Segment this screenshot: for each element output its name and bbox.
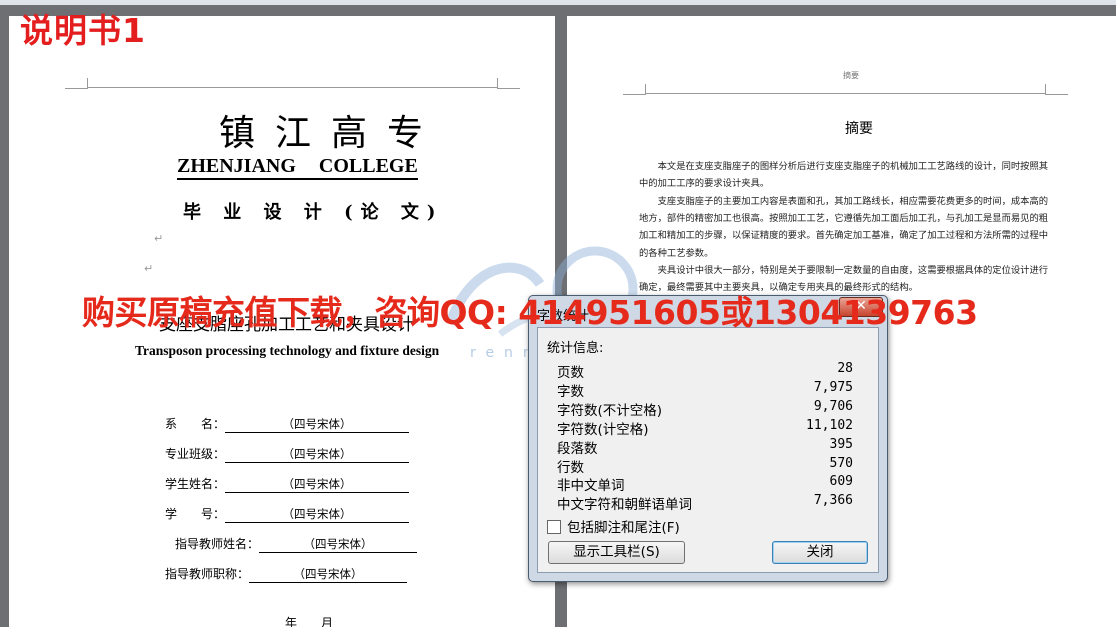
field-label: 指导教师姓名： — [175, 537, 260, 551]
stat-key: 字符数(计空格) — [557, 422, 649, 438]
show-toolbar-button[interactable]: 显示工具栏(S) — [548, 541, 685, 564]
field-class: 专业班级： （四号宋体） — [165, 445, 410, 463]
abstract-paragraph: 本文是在支座支脂座子的图样分析后进行支座支脂座子的机械加工工艺路线的设计，同时按… — [639, 161, 1049, 190]
stat-value: 395 — [829, 437, 853, 452]
field-value: （四号宋体） — [249, 566, 408, 583]
margin-corner-mark — [1045, 84, 1068, 95]
field-student-id: 学 号： （四号宋体） — [165, 505, 410, 523]
stat-row: 字符数(计空格) 11,102 — [557, 418, 853, 438]
stat-value: 7,975 — [813, 380, 853, 395]
school-name-en: ZHENJIANG COLLEGE — [177, 155, 418, 180]
checkbox-box[interactable] — [547, 520, 561, 534]
field-student-name: 学生姓名： （四号宋体） — [165, 475, 410, 493]
document-label: 说明书1 — [20, 11, 146, 50]
margin-corner-mark — [497, 78, 520, 89]
stat-key: 字符数(不计空格) — [557, 403, 663, 419]
margin-corner-mark — [623, 84, 646, 95]
abstract-title: 摘要 — [845, 121, 873, 137]
stat-value: 609 — [829, 474, 853, 489]
stat-value: 9,706 — [813, 399, 853, 414]
stat-row: 中文字符和朝鲜语单词 7,366 — [557, 493, 853, 513]
stat-row: 段落数 395 — [557, 437, 853, 457]
field-label: 指导教师职称： — [165, 567, 250, 581]
margin-corner-mark — [65, 78, 88, 89]
stat-key: 非中文单词 — [557, 478, 625, 494]
field-value: （四号宋体） — [259, 536, 418, 553]
stat-key: 页数 — [557, 365, 584, 381]
field-label: 专业班级： — [165, 447, 226, 461]
stat-value: 7,366 — [813, 493, 853, 508]
field-value: （四号宋体） — [225, 506, 410, 523]
stat-row: 行数 570 — [557, 456, 853, 476]
field-label: 学生姓名： — [165, 477, 226, 491]
field-department: 系 名： （四号宋体） — [165, 415, 410, 433]
paragraph-mark: ↵ — [144, 262, 154, 275]
field-label: 学 号： — [165, 507, 226, 521]
stat-key: 中文字符和朝鲜语单词 — [557, 497, 692, 513]
field-advisor-name: 指导教师姓名： （四号宋体） — [175, 535, 418, 553]
ruler — [0, 0, 1116, 5]
field-advisor-title: 指导教师职称： （四号宋体） — [165, 565, 408, 583]
header-line — [645, 93, 1045, 94]
field-value: （四号宋体） — [225, 446, 410, 463]
header-line — [87, 87, 497, 88]
stat-row: 字符数(不计空格) 9,706 — [557, 399, 853, 419]
stat-key: 行数 — [557, 460, 584, 476]
field-value: （四号宋体） — [225, 416, 410, 433]
stat-row: 字数 7,975 — [557, 380, 853, 400]
purchase-ad-overlay: 购买原稿充值下载，咨询QQ: 414951605或1304139763 — [82, 293, 978, 332]
stat-key: 字数 — [557, 384, 584, 400]
checkbox-label: 包括脚注和尾注(F) — [567, 520, 680, 536]
field-value: （四号宋体） — [225, 476, 410, 493]
abstract-paragraph: 支座支脂座子的主要加工内容是表面和孔，其加工路线长，相应需要花费更多的时间，成本… — [639, 196, 1049, 259]
stat-value: 11,102 — [806, 418, 853, 433]
school-name-cn: 镇江高专 — [219, 113, 444, 154]
stat-row: 非中文单词 609 — [557, 474, 853, 494]
document-subtitle: 毕 业 设 计 (论 文) — [183, 202, 444, 223]
page-header: 摘要 — [843, 71, 859, 80]
word-count-dialog: 字数统计 ✕ 统计信息: 页数 28 字数 7,975 字符数(不计空格) 9,706… — [528, 295, 888, 582]
thesis-topic-en: Transposon processing technology and fix… — [135, 343, 440, 358]
date-line: 年 月 — [285, 616, 334, 627]
include-footnotes-checkbox[interactable]: 包括脚注和尾注(F) — [547, 516, 680, 536]
dialog-body: 统计信息: 页数 28 字数 7,975 字符数(不计空格) 9,706 字符数(计空… — [537, 327, 879, 573]
stat-key: 段落数 — [557, 441, 598, 457]
stat-value: 28 — [837, 361, 853, 376]
stat-row: 页数 28 — [557, 361, 853, 381]
statistics-label: 统计信息: — [547, 341, 604, 356]
paragraph-mark: ↵ — [154, 232, 164, 245]
stat-value: 570 — [829, 456, 853, 471]
close-button[interactable]: 关闭 — [772, 541, 868, 564]
field-label: 系 名： — [165, 417, 226, 431]
